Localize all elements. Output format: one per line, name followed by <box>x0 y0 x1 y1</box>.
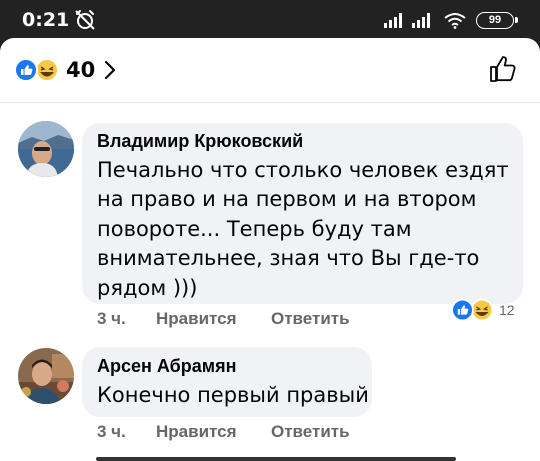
like-button-icon[interactable] <box>488 54 518 84</box>
like-reaction-icon <box>14 58 38 82</box>
like-reaction-icon <box>451 298 474 322</box>
divider <box>0 102 540 103</box>
reply-button[interactable]: Ответить <box>271 422 350 442</box>
comment-reaction-count: 12 <box>499 302 515 318</box>
avatar-photo <box>18 348 74 404</box>
status-bar: 0:21 99 <box>0 0 540 38</box>
reply-button[interactable]: Ответить <box>271 309 350 329</box>
like-comment-button[interactable]: Нравится <box>156 309 237 329</box>
comment-reactions[interactable]: 12 <box>451 297 515 323</box>
like-comment-button[interactable]: Нравится <box>156 422 237 442</box>
comment-author[interactable]: Владимир Крюковский <box>97 131 303 152</box>
comment-text-line: Конечно первый правый <box>97 383 369 407</box>
comment-text-line: Печально что столько человек ездят <box>97 158 509 182</box>
signal-icon <box>384 13 402 28</box>
avatar-photo <box>18 121 74 177</box>
reaction-icons <box>451 298 494 322</box>
signal-icon <box>412 13 430 28</box>
haha-reaction-icon <box>35 58 59 82</box>
reaction-count: 40 <box>66 58 96 82</box>
comments-sheet: 40 Владимир Крюковский Печально что стол… <box>0 38 540 461</box>
haha-reaction-icon <box>470 298 494 322</box>
next-comment-partial <box>96 452 456 461</box>
comment-text-line: повороте... Теперь буду там <box>97 217 412 241</box>
avatar[interactable] <box>18 348 74 404</box>
comment-text-line: на право и на первом и на втором <box>97 187 477 211</box>
battery-icon: 99 <box>476 11 518 29</box>
reaction-icons <box>14 58 59 82</box>
comment-text-line: внимательнее, зная что Вы где-то <box>97 246 480 270</box>
status-icons: 99 <box>384 11 518 29</box>
chevron-right-icon[interactable] <box>102 58 118 82</box>
alarm-off-icon <box>75 10 95 30</box>
wifi-icon <box>444 12 466 29</box>
status-time: 0:21 <box>22 9 70 31</box>
battery-level: 99 <box>488 14 502 26</box>
comment-time: 3 ч. <box>97 309 126 328</box>
avatar[interactable] <box>18 121 74 177</box>
comment-text-line: рядом ))) <box>97 276 198 300</box>
comment-author[interactable]: Арсен Абрамян <box>97 356 236 377</box>
reactions-summary[interactable]: 40 <box>0 38 540 102</box>
comment-time: 3 ч. <box>97 422 126 441</box>
